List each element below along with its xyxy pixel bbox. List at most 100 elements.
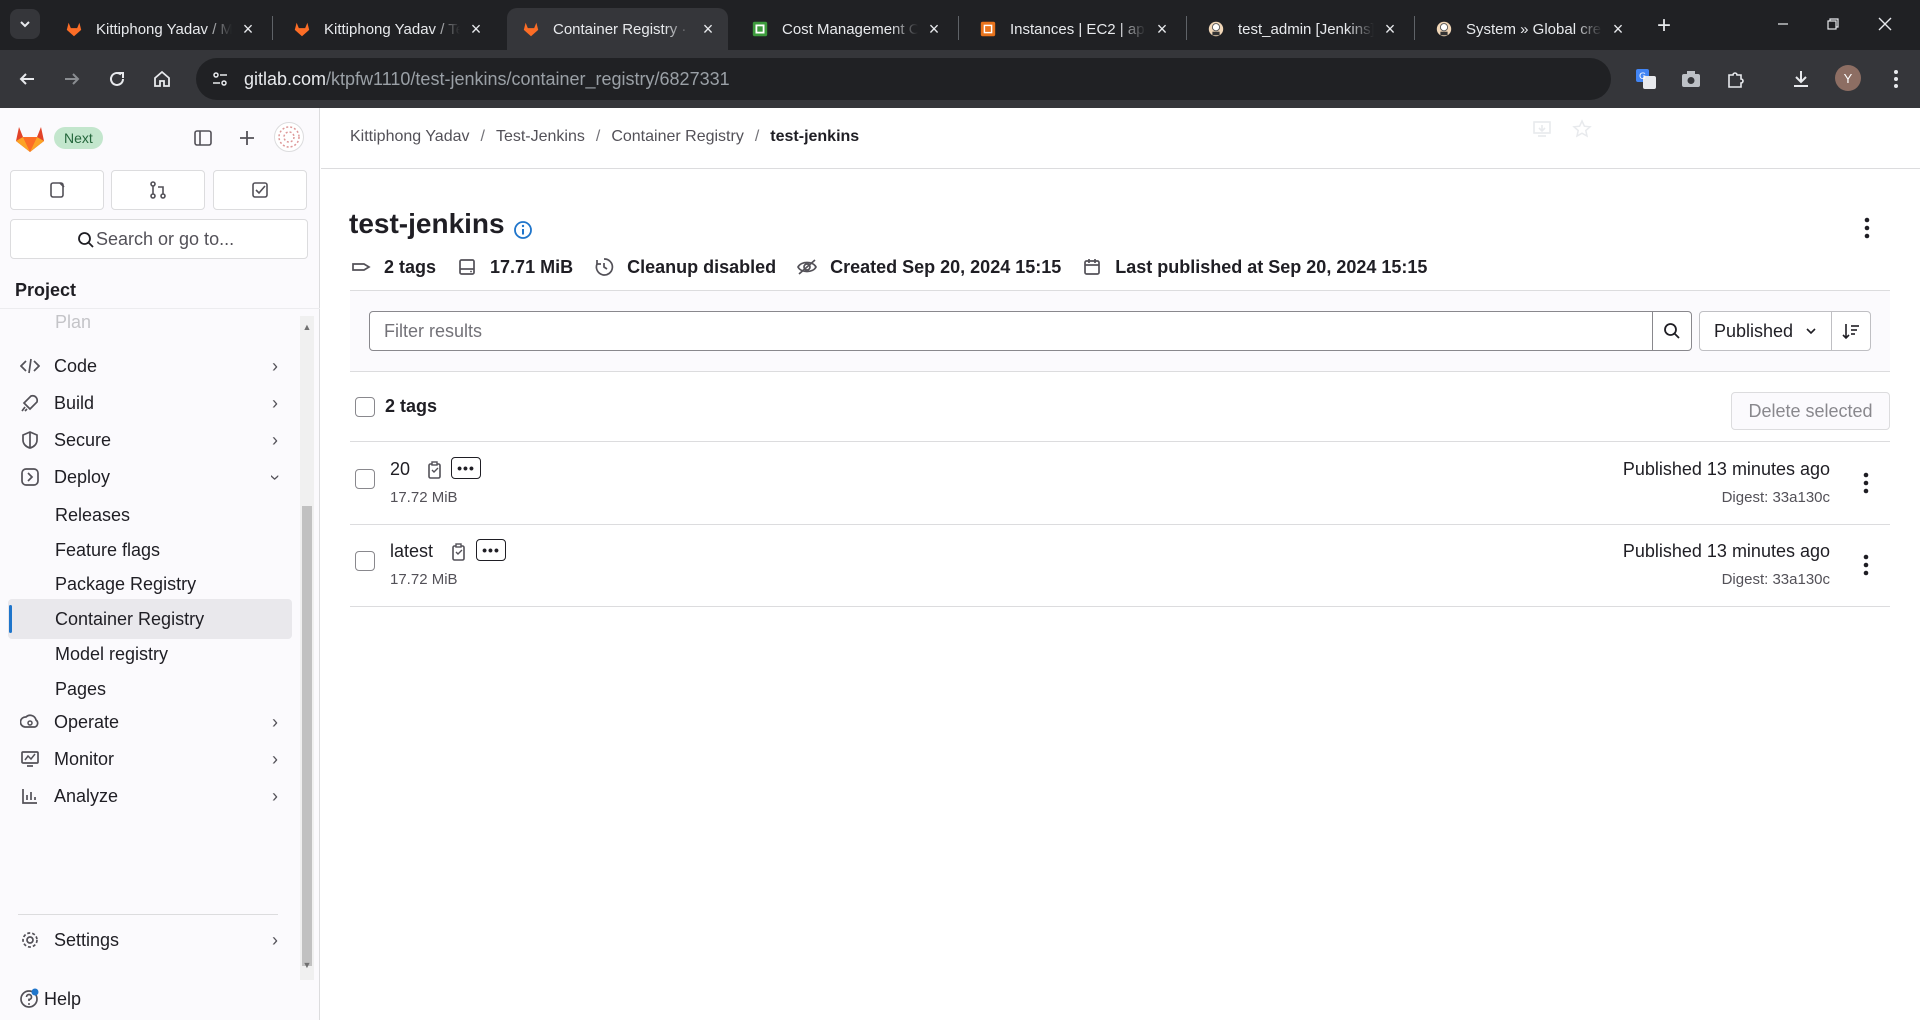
sidebar-item-build[interactable]: Build › [8, 383, 292, 423]
forward-button[interactable] [56, 63, 88, 95]
close-icon[interactable]: × [1152, 19, 1172, 39]
camera-extension-icon[interactable] [1675, 63, 1707, 95]
tag-name: latest [390, 541, 434, 561]
merge-requests-button[interactable] [111, 170, 205, 210]
meta-created: Created Sep 20, 2024 15:15 [796, 256, 1061, 278]
row-actions-button[interactable] [1854, 471, 1878, 495]
sidebar-item-monitor[interactable]: Monitor › [8, 739, 292, 779]
tab-separator [1414, 16, 1415, 40]
sidebar: Next Search or go to... Project Plan Cod… [0, 108, 320, 1020]
breadcrumb-current[interactable]: test-jenkins [770, 128, 859, 146]
search-placeholder: Search or go to... [96, 228, 235, 249]
gitlab-logo-icon[interactable] [14, 123, 46, 153]
breadcrumb-item[interactable]: Kittiphong Yadav [350, 128, 470, 146]
address-bar[interactable]: gitlab.com/ktpfw1110/test-jenkins/contai… [196, 58, 1611, 100]
downloads-icon[interactable] [1785, 63, 1817, 95]
monitor-icon [18, 749, 42, 769]
expire-clock-icon [593, 256, 615, 278]
copy-icon[interactable] [448, 542, 468, 562]
user-avatar[interactable] [274, 122, 304, 152]
sidebar-item-operate[interactable]: Operate › [8, 702, 292, 742]
tag-details-toggle-button[interactable]: ••• [476, 539, 506, 561]
sidebar-item-plan-partial[interactable]: Plan [55, 312, 91, 333]
extensions-puzzle-icon[interactable] [1720, 63, 1752, 95]
browser-tab[interactable]: test_admin [Jenkins] × [1192, 8, 1410, 50]
browser-tab[interactable]: Instances | EC2 | ap-s × [964, 8, 1182, 50]
issues-button[interactable] [10, 170, 104, 210]
window-close-button[interactable] [1862, 8, 1908, 40]
close-icon [1878, 17, 1892, 31]
sidebar-item-code[interactable]: Code › [8, 346, 292, 386]
profile-avatar[interactable]: Y [1835, 65, 1861, 91]
minimize-button[interactable] [1760, 8, 1806, 40]
new-tab-button[interactable]: + [1650, 12, 1678, 40]
row-checkbox[interactable] [355, 469, 375, 489]
restore-button[interactable] [1810, 8, 1856, 40]
reload-button[interactable] [101, 63, 133, 95]
tab-search-button[interactable] [10, 9, 40, 39]
close-icon[interactable]: × [466, 19, 486, 39]
row-checkbox[interactable] [355, 551, 375, 571]
home-button[interactable] [146, 63, 178, 95]
tag-details-toggle-button[interactable]: ••• [451, 457, 481, 479]
translate-extension-icon[interactable]: G [1630, 63, 1662, 95]
browser-menu-icon[interactable] [1880, 63, 1912, 95]
sidebar-subitem-releases[interactable]: Releases [8, 495, 292, 535]
table-row: 20 ••• 17.72 MiB Published 13 minutes ag… [350, 443, 1890, 525]
row-actions-button[interactable] [1854, 553, 1878, 577]
next-badge[interactable]: Next [54, 127, 103, 149]
scroll-down-arrow-icon[interactable]: ▼ [300, 958, 314, 972]
close-icon[interactable]: × [1608, 19, 1628, 39]
sidebar-item-settings[interactable]: Settings › [8, 920, 292, 960]
page-title: test-jenkins [349, 208, 505, 239]
sidebar-subitem-container-registry[interactable]: Container Registry [8, 599, 292, 639]
browser-tab[interactable]: Kittiphong Yadav / M × [50, 8, 268, 50]
breadcrumb-item[interactable]: Container Registry [611, 128, 744, 146]
sidebar-subitem-package-registry[interactable]: Package Registry [8, 564, 292, 604]
more-actions-button[interactable] [1855, 216, 1879, 240]
sidebar-item-label: Secure [54, 429, 112, 450]
close-icon[interactable]: × [1380, 19, 1400, 39]
breadcrumb: Kittiphong Yadav / Test-Jenkins / Contai… [350, 128, 859, 146]
info-icon[interactable] [513, 220, 533, 240]
scroll-up-arrow-icon[interactable]: ▲ [300, 320, 314, 334]
install-app-icon[interactable] [1532, 119, 1552, 139]
disk-icon [456, 256, 478, 278]
sidebar-item-secure[interactable]: Secure › [8, 420, 292, 460]
back-button[interactable] [11, 63, 43, 95]
sidebar-item-analyze[interactable]: Analyze › [8, 776, 292, 816]
sidebar-subitem-model-registry[interactable]: Model registry [8, 634, 292, 674]
toggle-sidebar-button[interactable] [190, 125, 216, 151]
site-settings-icon[interactable] [210, 70, 230, 88]
chevron-right-icon: › [272, 748, 278, 769]
close-icon[interactable]: × [698, 19, 718, 39]
close-icon[interactable]: × [924, 19, 944, 39]
tag-digest: Digest: 33a130c [1721, 489, 1830, 506]
filter-results-input[interactable]: Filter results [369, 311, 1653, 351]
breadcrumb-item[interactable]: Test-Jenkins [496, 128, 585, 146]
browser-tab[interactable]: System » Global cred × [1420, 8, 1638, 50]
close-icon[interactable]: × [238, 19, 258, 39]
jenkins-icon [1206, 19, 1226, 39]
copy-icon[interactable] [424, 460, 444, 480]
filter-search-button[interactable] [1652, 311, 1692, 351]
search-or-go-to-button[interactable]: Search or go to... [10, 219, 308, 259]
todos-button[interactable] [213, 170, 307, 210]
sort-by-dropdown[interactable]: Published [1699, 311, 1832, 351]
create-new-button[interactable] [234, 125, 260, 151]
delete-selected-button[interactable]: Delete selected [1731, 392, 1890, 430]
breadcrumb-separator: / [595, 128, 601, 145]
sidebar-item-deploy[interactable]: Deploy › [8, 457, 292, 497]
help-button[interactable]: Help [18, 988, 81, 1010]
sort-direction-button[interactable] [1831, 311, 1871, 351]
sidebar-scrollbar-thumb[interactable] [302, 506, 312, 966]
browser-tab[interactable]: Cost Management Co × [736, 8, 954, 50]
browser-tab-active[interactable]: Container Registry · K × [507, 8, 728, 50]
select-all-checkbox[interactable] [355, 397, 375, 417]
chevron-right-icon: › [272, 355, 278, 376]
browser-tab[interactable]: Kittiphong Yadav / Te × [278, 8, 496, 50]
aws-icon [978, 19, 998, 39]
sidebar-item-label: Settings [54, 929, 120, 950]
bookmark-star-icon[interactable] [1572, 119, 1592, 139]
sidebar-item-label: Build [54, 392, 95, 413]
